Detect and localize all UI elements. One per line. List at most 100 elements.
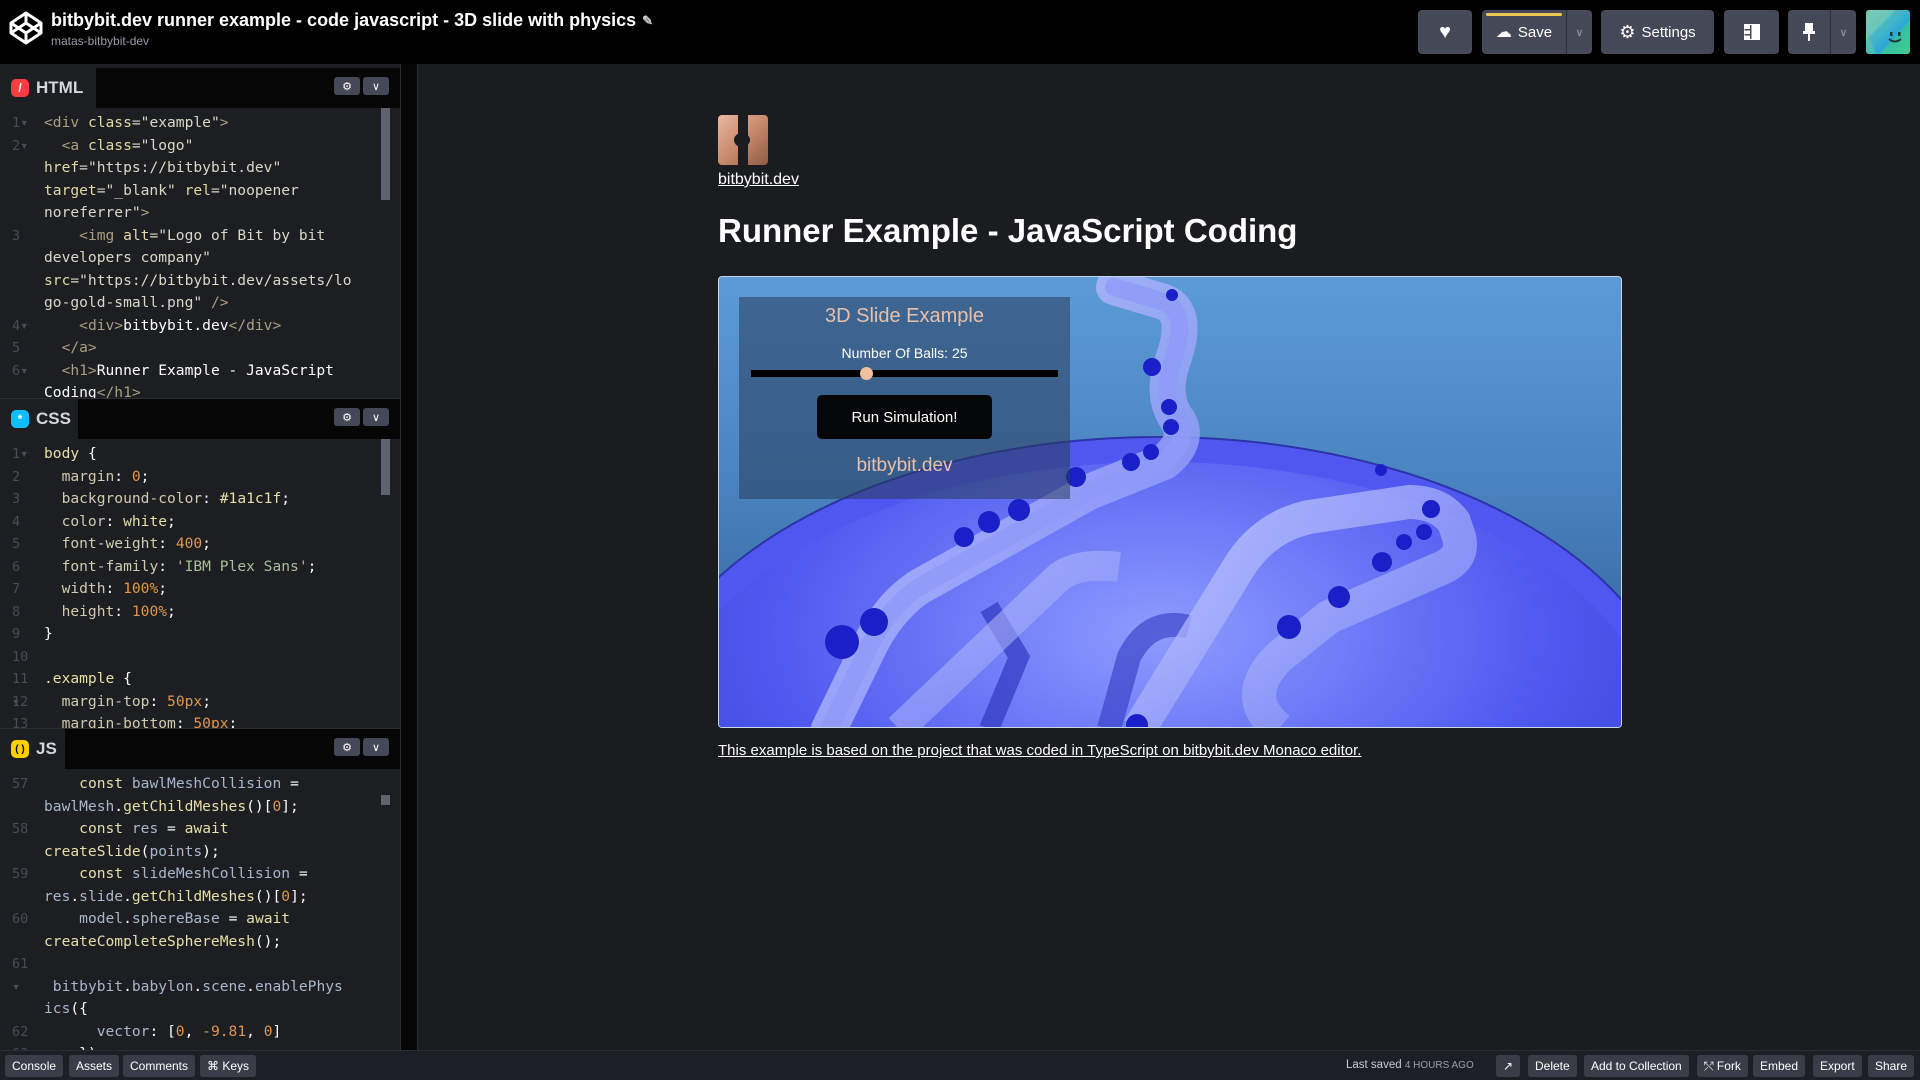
js-editor[interactable]: ( ) JS ⚙ ∨ 57 const bawlMeshCollision = … <box>0 728 400 1050</box>
pen-title[interactable]: bitbybit.dev runner example - code javas… <box>51 10 653 31</box>
logo-hole <box>734 133 750 147</box>
html-scrollbar[interactable] <box>381 108 390 200</box>
codepen-logo-icon[interactable] <box>8 10 44 46</box>
console-button[interactable]: Console <box>5 1055 64 1077</box>
code-line[interactable]: 62 vector: [0, -9.81, 0] <box>0 1021 400 1044</box>
3d-scene-canvas[interactable]: 3D Slide Example Number Of Balls: 25 Run… <box>718 276 1622 728</box>
delete-button[interactable]: Delete <box>1528 1055 1577 1077</box>
code-line[interactable]: 13 margin-bottom: 50px; <box>0 713 400 728</box>
code-line[interactable]: 7 width: 100%; <box>0 578 400 601</box>
line-number: 4 <box>12 513 21 530</box>
panel-title: 3D Slide Example <box>825 305 984 327</box>
pen-owner[interactable]: matas-bitbybit-dev <box>51 34 653 48</box>
ball <box>1372 552 1392 572</box>
settings-button[interactable]: ⚙ Settings <box>1601 10 1714 54</box>
html-collapse-button[interactable]: ∨ <box>363 77 389 95</box>
html-settings-button[interactable]: ⚙ <box>334 77 360 95</box>
change-view-button[interactable] <box>1724 10 1779 54</box>
fork-button[interactable]: ⤲ Fork <box>1697 1055 1748 1077</box>
code-line[interactable]: 9} <box>0 623 400 646</box>
share-button[interactable]: Share <box>1868 1055 1915 1077</box>
code-line[interactable]: 8 height: 100%; <box>0 601 400 624</box>
assets-button[interactable]: Assets <box>69 1055 120 1077</box>
code-line[interactable]: 12 margin-top: 50px; <box>0 691 400 714</box>
code-line[interactable]: 63 }); <box>0 1043 400 1050</box>
balls-slider-thumb[interactable] <box>860 367 874 380</box>
html-editor-tab[interactable]: / HTML <box>0 68 96 108</box>
user-avatar[interactable] <box>1866 10 1910 54</box>
html-editor[interactable]: / HTML ⚙ ∨ 1▾ <div class="example"> 2▾ <a … <box>0 68 400 398</box>
css-editor-tab[interactable]: * CSS <box>0 399 78 439</box>
editor-column: / HTML ⚙ ∨ 1▾ <div class="example"> 2▾ <a … <box>0 64 400 1050</box>
layout-icon <box>1743 24 1760 40</box>
ball <box>954 527 974 547</box>
code-line[interactable]: 10 <box>0 646 400 669</box>
ball <box>978 511 1000 533</box>
save-options-chevron-icon[interactable]: ∨ <box>1566 10 1592 54</box>
code-line[interactable]: 1▾ <div class="example"> <box>0 112 400 135</box>
line-number: 10 <box>12 648 29 665</box>
code-line[interactable]: 5 </a> <box>0 337 400 360</box>
add-to-collection-button[interactable]: Add to Collection <box>1584 1055 1689 1077</box>
pin-button[interactable]: ∨ <box>1788 10 1856 54</box>
js-lang-icon: ( ) <box>11 740 29 758</box>
code-line[interactable]: 3 background-color: #1a1c1f; <box>0 488 400 511</box>
export-button[interactable]: Export <box>1813 1055 1862 1077</box>
code-line[interactable]: 11▾ .example { <box>0 668 400 710</box>
line-number: 61▾ <box>12 956 29 995</box>
js-scrollbar[interactable] <box>381 795 390 805</box>
css-scrollbar[interactable] <box>381 439 390 495</box>
code-line[interactable]: 6 font-family: 'IBM Plex Sans'; <box>0 556 400 579</box>
love-button[interactable]: ♥ <box>1418 10 1472 54</box>
code-line[interactable]: 2▾ <a class="logo" href="https://bitbybi… <box>0 135 400 225</box>
code-text: font-family: 'IBM Plex Sans'; <box>61 557 317 575</box>
balls-slider[interactable] <box>751 367 1058 380</box>
code-line[interactable]: 61▾ bitbybit.babylon.scene.enablePhys ic… <box>0 953 400 1021</box>
js-editor-tab[interactable]: ( ) JS <box>0 729 65 769</box>
js-collapse-button[interactable]: ∨ <box>363 738 389 756</box>
code-line[interactable]: 59 const slideMeshCollision = res.slide.… <box>0 863 400 908</box>
comments-button[interactable]: Comments <box>123 1055 196 1077</box>
js-code[interactable]: 57 const bawlMeshCollision = bawlMesh.ge… <box>0 769 400 1050</box>
code-line[interactable]: 4▾ <div>bitbybit.dev</div> <box>0 315 400 338</box>
ball <box>1166 289 1178 301</box>
code-line[interactable]: 57 const bawlMeshCollision = bawlMesh.ge… <box>0 773 400 818</box>
save-button[interactable]: ☁ Save ∨ <box>1482 10 1592 54</box>
code-line[interactable]: 58 const res = await createSlide(points)… <box>0 818 400 863</box>
css-collapse-button[interactable]: ∨ <box>363 408 389 426</box>
code-line[interactable]: 4 color: white; <box>0 511 400 534</box>
code-line[interactable]: 2 margin: 0; <box>0 466 400 489</box>
pin-options-chevron-icon[interactable]: ∨ <box>1830 10 1856 54</box>
css-code[interactable]: 1▾ body {2 margin: 0; 3 background-color: … <box>0 439 400 728</box>
code-line[interactable]: 5 font-weight: 400; <box>0 533 400 556</box>
css-settings-button[interactable]: ⚙ <box>334 408 360 426</box>
embed-button[interactable]: Embed <box>1753 1055 1806 1077</box>
bitbybit-logo-image[interactable] <box>718 115 768 165</box>
code-text: const res = await createSlide(points); <box>44 820 229 860</box>
open-external-button[interactable]: ↗ <box>1496 1055 1520 1077</box>
keys-button[interactable]: ⌘ Keys <box>200 1055 257 1077</box>
line-number: 8 <box>12 603 21 620</box>
code-line[interactable]: 6▾ <h1>Runner Example - JavaScript Codin… <box>0 360 400 399</box>
pen-title-text[interactable]: bitbybit.dev runner example - code javas… <box>51 10 636 31</box>
code-text: <a class="logo" href="https://bitbybit.d… <box>44 136 299 222</box>
line-number: 58 <box>12 821 29 837</box>
code-line[interactable]: 1▾ body { <box>0 443 400 466</box>
js-settings-button[interactable]: ⚙ <box>334 738 360 756</box>
code-text: color: white; <box>61 512 176 530</box>
code-text: .example { <box>44 670 132 687</box>
result-preview: bitbybit.dev Runner Example - JavaScript… <box>418 64 1920 1050</box>
edit-pencil-icon[interactable]: ✎ <box>642 13 653 29</box>
chevron-down-icon: ∨ <box>371 80 381 93</box>
html-code[interactable]: 1▾ <div class="example"> 2▾ <a class="logo… <box>0 108 400 398</box>
css-editor[interactable]: * CSS ⚙ ∨ 1▾ body {2 margin: 0; 3 backgrou… <box>0 398 400 728</box>
typescript-project-link[interactable]: This example is based on the project tha… <box>718 742 1361 759</box>
editor-preview-resizer[interactable] <box>400 64 418 1050</box>
code-line[interactable]: 3 <img alt="Logo of Bit by bit developer… <box>0 225 400 315</box>
code-line[interactable]: 60 model.sphereBase = await createComple… <box>0 908 400 953</box>
code-text: body { <box>44 445 97 462</box>
bitbybit-logo-link[interactable]: bitbybit.dev <box>718 171 799 189</box>
run-simulation-button[interactable]: Run Simulation! <box>817 395 992 439</box>
ball <box>1143 358 1161 376</box>
